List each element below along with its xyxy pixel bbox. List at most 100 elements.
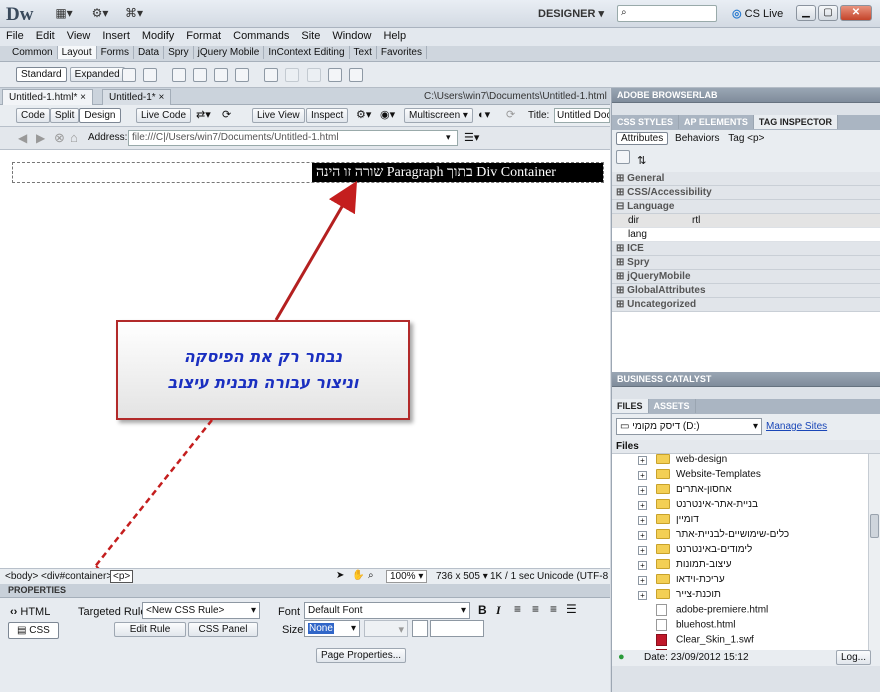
- expand-icon[interactable]: +: [638, 531, 647, 540]
- file-tree-item[interactable]: + עריכת-וידאו: [612, 574, 880, 589]
- file-tree-item[interactable]: + כלים-שימושיים-לבניית-אתר: [612, 529, 880, 544]
- expand-icon[interactable]: +: [638, 471, 647, 480]
- properties-panel: ‹› HTML ▤ CSS Targeted Rule <New CSS Rul…: [0, 598, 610, 692]
- log-button[interactable]: Log...: [836, 650, 872, 665]
- align-left-icon[interactable]: ≡: [514, 602, 521, 616]
- files-tree: + web-design + Website-Templates + אחסון-אתרי…: [612, 454, 880, 650]
- category-language[interactable]: ⊟ Language: [612, 200, 880, 214]
- tag-body[interactable]: <body>: [5, 571, 38, 582]
- category-css-accessibility[interactable]: ⊞ CSS/Accessibility: [612, 186, 880, 200]
- file-name: Clear_Skin_1.swf: [676, 634, 754, 646]
- file-tree-item[interactable]: + web-design: [612, 454, 880, 469]
- sort-az-icon[interactable]: ⇅: [637, 155, 646, 167]
- expand-icon[interactable]: +: [638, 486, 647, 495]
- attr-row-lang[interactable]: lang: [612, 228, 880, 242]
- file-tree-item[interactable]: + דומיין: [612, 514, 880, 529]
- business-catalyst-header[interactable]: BUSINESS CATALYST: [612, 372, 880, 387]
- page-properties-button[interactable]: Page Properties...: [316, 648, 407, 663]
- tag-div-container[interactable]: <div#container>: [41, 571, 112, 582]
- file-tree-item[interactable]: + עיצוב-תמונות: [612, 559, 880, 574]
- chevron-down-icon: ▾: [398, 624, 404, 636]
- file-tree-item[interactable]: + תוכנת-צייר: [612, 589, 880, 604]
- targeted-rule-label: Targeted Rule: [78, 606, 147, 618]
- chevron-down-icon: ▾: [250, 605, 256, 616]
- file-tree-item[interactable]: + בניית-אתר-אינטרנט: [612, 499, 880, 514]
- folder-icon: [656, 469, 670, 480]
- expand-icon[interactable]: +: [638, 591, 647, 600]
- file-name: לימודים-באינטרנט: [676, 544, 753, 555]
- css-panel-button[interactable]: CSS Panel: [188, 622, 258, 637]
- tab-behaviors[interactable]: Behaviors: [675, 133, 719, 144]
- tag-inspector-subtabs: Attributes Behaviors Tag <p>: [612, 130, 880, 146]
- files-scrollbar[interactable]: [868, 454, 880, 650]
- files-toolbar: ▭ דיסק מקומי (D:) ▾ Manage Sites: [612, 414, 880, 440]
- file-tree-item[interactable]: + Website-Templates: [612, 469, 880, 484]
- tab-attributes[interactable]: Attributes: [616, 132, 669, 145]
- expand-icon[interactable]: +: [638, 516, 647, 525]
- file-name: בניית-אתר-אינטרנט: [676, 499, 759, 510]
- category-jquerymobile[interactable]: ⊞ jQueryMobile: [612, 270, 880, 284]
- category-view-icon[interactable]: [616, 150, 630, 164]
- tab-ap-elements[interactable]: AP ELEMENTS: [679, 115, 754, 129]
- font-label: Font: [278, 606, 301, 618]
- folder-icon: [656, 574, 670, 585]
- file-tree-item[interactable]: + לימודים-באינטרנט: [612, 544, 880, 559]
- css-icon: ▤: [17, 625, 27, 636]
- file-name: Website-Templates: [676, 469, 761, 480]
- file-tree-item[interactable]: bluehost.html: [612, 619, 880, 634]
- html-mode-button[interactable]: ‹› HTML: [10, 606, 50, 618]
- tab-files[interactable]: FILES: [612, 399, 649, 413]
- file-tree-item[interactable]: adobe-premiere.html: [612, 604, 880, 619]
- hand-tool-icon[interactable]: ✋: [352, 570, 364, 581]
- category-ice[interactable]: ⊞ ICE: [612, 242, 880, 256]
- align-center-icon[interactable]: ≡: [532, 602, 539, 616]
- italic-button[interactable]: I: [496, 603, 501, 618]
- align-justify-icon[interactable]: ☰: [566, 602, 577, 616]
- chevron-down-icon: ▾: [460, 605, 466, 616]
- expand-icon[interactable]: +: [638, 576, 647, 585]
- size-unit-select[interactable]: ▾: [364, 620, 408, 637]
- category-globalattributes[interactable]: ⊞ GlobalAttributes: [612, 284, 880, 298]
- html-icon: ‹›: [10, 606, 18, 618]
- expand-icon[interactable]: +: [638, 456, 647, 465]
- tab-assets[interactable]: ASSETS: [649, 399, 696, 413]
- category-uncategorized[interactable]: ⊞ Uncategorized: [612, 298, 880, 312]
- attr-row-dir[interactable]: dir rtl: [612, 214, 880, 228]
- attributes-list: ⊞ General ⊞ CSS/Accessibility ⊟ Language…: [612, 172, 880, 372]
- tab-tag-inspector[interactable]: TAG INSPECTOR: [753, 115, 839, 129]
- category-spry[interactable]: ⊞ Spry: [612, 256, 880, 270]
- font-select[interactable]: Default Font ▾: [304, 602, 470, 619]
- zoom-tool-icon[interactable]: ⌕: [368, 570, 374, 581]
- size-select[interactable]: None ▾: [304, 620, 360, 637]
- file-name: adobe-premiere.html: [676, 604, 769, 616]
- color-picker-icon[interactable]: [412, 620, 428, 637]
- file-name: כלים-שימושיים-לבניית-אתר: [676, 529, 790, 540]
- folder-icon: [656, 529, 670, 540]
- zoom-select[interactable]: 100% ▾: [386, 570, 428, 583]
- folder-icon: [656, 454, 670, 465]
- files-status-bar: ● Date: 23/09/2012 15:12 Log...: [612, 650, 880, 666]
- manage-sites-link[interactable]: Manage Sites: [766, 421, 827, 432]
- expand-icon[interactable]: +: [638, 501, 647, 510]
- file-tree-item[interactable]: + אחסון-אתרים: [612, 484, 880, 499]
- file-name: bluehost.html: [676, 619, 736, 631]
- category-general[interactable]: ⊞ General: [612, 172, 880, 186]
- site-select[interactable]: ▭ דיסק מקומי (D:) ▾: [616, 418, 762, 435]
- file-tree-item[interactable]: Clear_Skin_1.swf: [612, 634, 880, 649]
- bold-button[interactable]: B: [478, 603, 487, 617]
- css-mode-button[interactable]: ▤ CSS: [8, 622, 59, 639]
- expand-icon[interactable]: +: [638, 546, 647, 555]
- select-tool-icon[interactable]: ➤: [336, 570, 344, 581]
- targeted-rule-select[interactable]: <New CSS Rule> ▾: [142, 602, 260, 619]
- tag-p[interactable]: <p>: [110, 570, 134, 583]
- browserlab-panel-header[interactable]: ADOBE BROWSERLAB: [612, 88, 880, 103]
- color-input[interactable]: [430, 620, 484, 637]
- align-right-icon[interactable]: ≡: [550, 602, 557, 616]
- window-size[interactable]: 736 x 505 ▾: [436, 571, 488, 582]
- edit-rule-button[interactable]: Edit Rule: [114, 622, 186, 637]
- scroll-thumb[interactable]: [870, 514, 879, 538]
- size-label: Size: [282, 624, 304, 636]
- expand-icon[interactable]: +: [638, 561, 647, 570]
- tag-name: Tag <p>: [728, 133, 765, 144]
- tab-css-styles[interactable]: CSS STYLES: [612, 115, 680, 129]
